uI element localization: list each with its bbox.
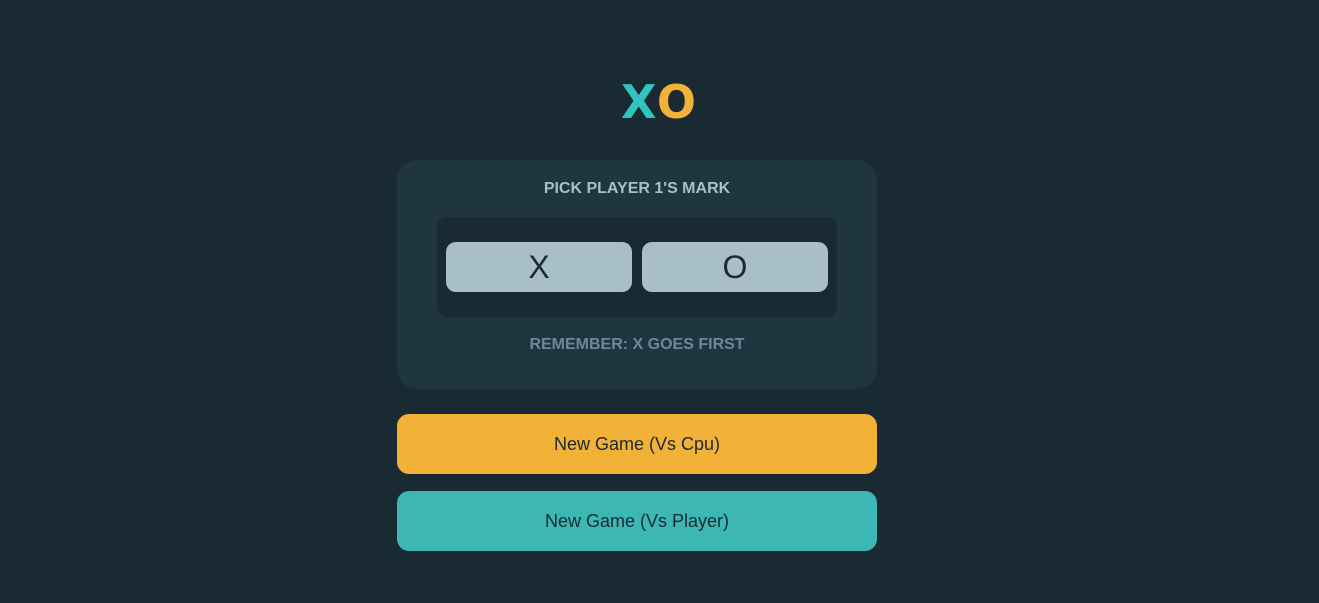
new-game-vs-player-button[interactable]: New Game (Vs Player) xyxy=(397,491,877,551)
app-logo: XO xyxy=(0,76,1319,128)
mark-o-button[interactable]: O xyxy=(642,242,828,292)
logo-o: O xyxy=(656,75,698,129)
mark-picker: X O xyxy=(437,217,837,317)
reminder-text: REMEMBER: X GOES FIRST xyxy=(529,336,745,353)
mark-x-button[interactable]: X xyxy=(446,242,632,292)
logo-x: X xyxy=(621,75,657,129)
new-game-vs-cpu-button[interactable]: New Game (Vs Cpu) xyxy=(397,414,877,474)
mark-selection-panel: PICK PLAYER 1'S MARK X O REMEMBER: X GOE… xyxy=(397,160,877,389)
panel-title: PICK PLAYER 1'S MARK xyxy=(543,180,731,197)
